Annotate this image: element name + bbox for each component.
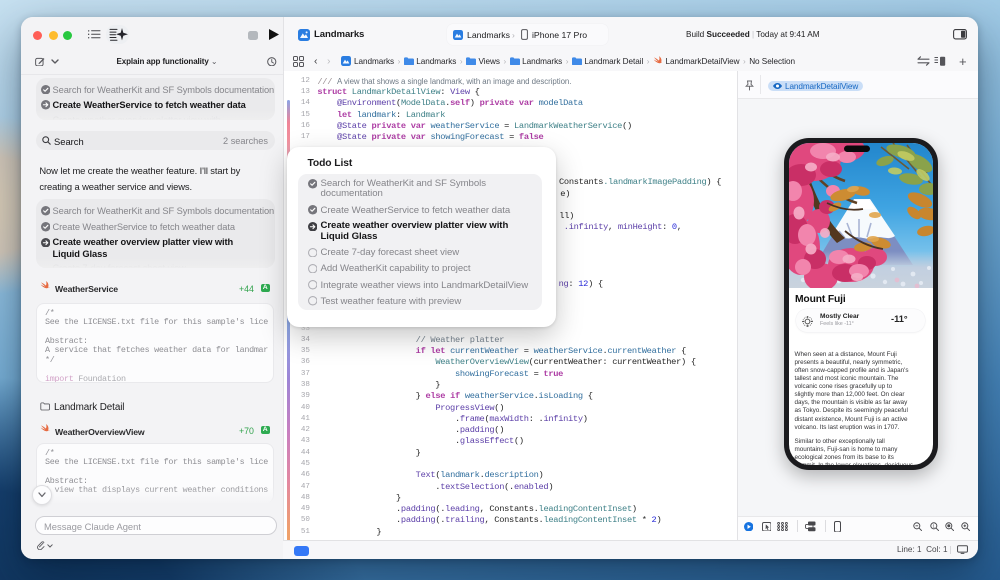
svg-text:1: 1 <box>932 523 935 528</box>
